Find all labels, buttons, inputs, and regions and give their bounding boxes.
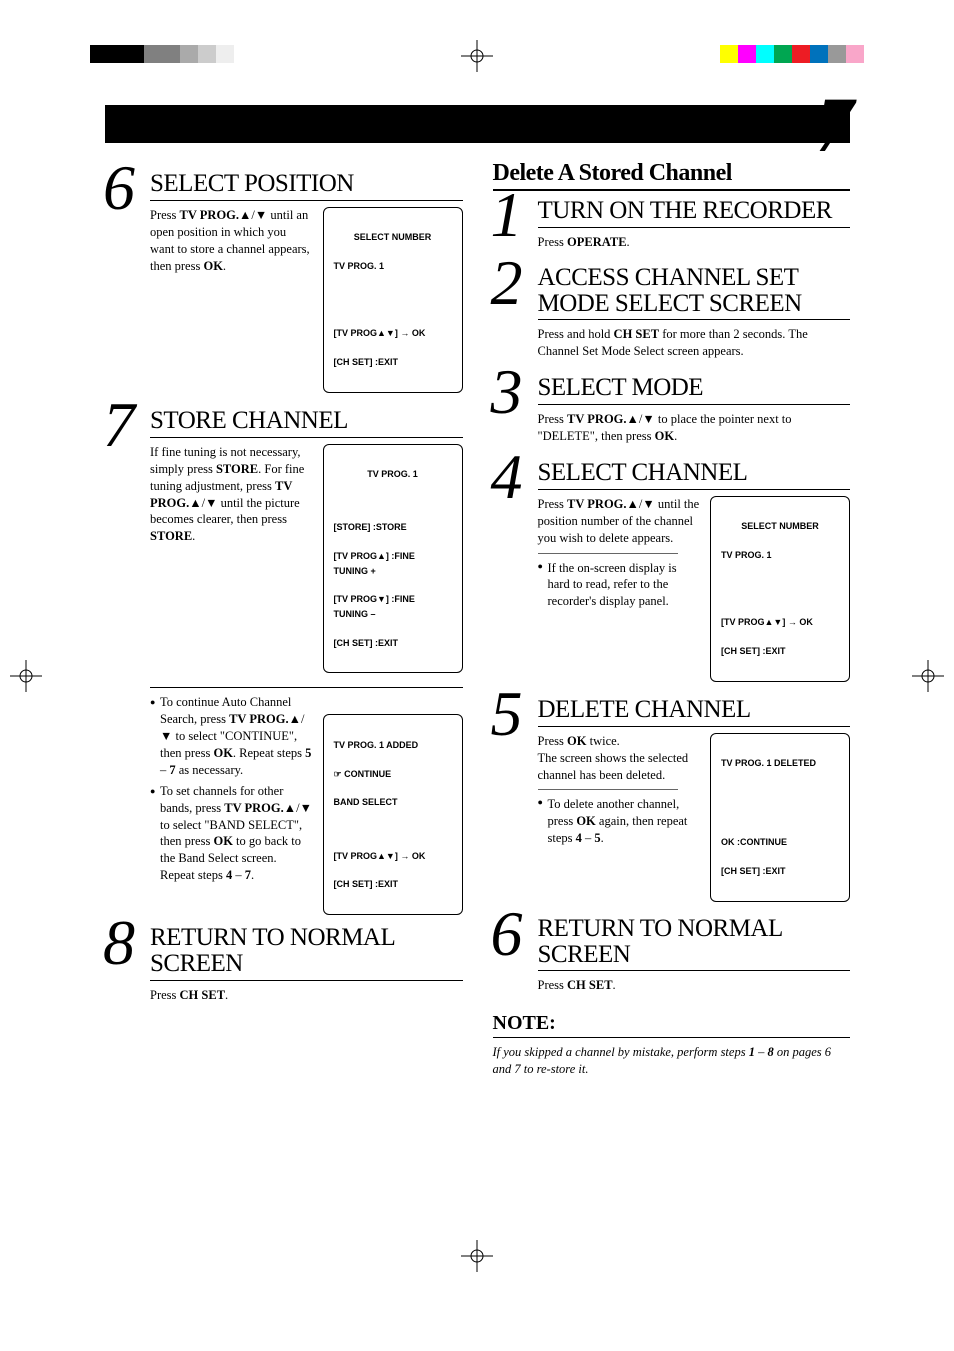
section-heading: Delete A Stored Channel	[493, 160, 851, 187]
page-number: 7	[815, 80, 854, 170]
step-title: STORE CHANNEL	[150, 407, 463, 435]
step-4-select-channel: SELECT CHANNEL 4 Press TV PROG.▲/▼ until…	[493, 459, 851, 682]
right-column: Delete A Stored Channel TURN ON THE RECO…	[493, 160, 851, 1078]
step-number: 3	[491, 360, 523, 424]
step-3-select-mode: SELECT MODE 3 Press TV PROG.▲/▼ to place…	[493, 374, 851, 445]
osd-select-number: SELECT NUMBER TV PROG. 1 [TV PROG▲▼] → O…	[323, 207, 463, 393]
notes-after-step7: ●To continue Auto Channel Search, press …	[105, 694, 463, 915]
step-title: ACCESS CHANNEL SET MODE SELECT SCREEN	[538, 265, 851, 318]
step-number: 4	[491, 445, 523, 509]
note-title: NOTE:	[493, 1012, 851, 1035]
header-black-band	[105, 105, 850, 143]
step-7-store-channel: STORE CHANNEL 7 If fine tuning is not ne…	[105, 407, 463, 673]
step-number: 6	[103, 156, 135, 220]
step-number: 2	[491, 251, 523, 315]
step-number: 6	[491, 902, 523, 966]
osd-store: TV PROG. 1 [STORE] :STORE [TV PROG▲] :FI…	[323, 444, 463, 673]
step-8-return-normal: RETURN TO NORMAL SCREEN 8 Press CH SET.	[105, 925, 463, 1003]
osd-select-number-2: SELECT NUMBER TV PROG. 1 [TV PROG▲▼] → O…	[710, 496, 850, 682]
step-title: RETURN TO NORMAL SCREEN	[150, 925, 463, 978]
printer-color-bars	[0, 45, 954, 73]
registration-mark-right	[912, 660, 944, 692]
step-5-delete-channel: DELETE CHANNEL 5 Press OK twice.The scre…	[493, 696, 851, 902]
note-block: NOTE: If you skipped a channel by mistak…	[493, 1012, 851, 1078]
registration-mark-left	[10, 660, 42, 692]
note-text: If you skipped a channel by mistake, per…	[493, 1044, 851, 1078]
step-2-access-channel-set: ACCESS CHANNEL SET MODE SELECT SCREEN 2 …	[493, 265, 851, 360]
step-number: 7	[103, 393, 135, 457]
step-title: SELECT POSITION	[150, 170, 463, 198]
left-column: SELECT POSITION 6 Press TV PROG.▲/▼ unti…	[105, 160, 463, 1078]
step-title: SELECT CHANNEL	[538, 459, 851, 487]
step-title: RETURN TO NORMAL SCREEN	[538, 916, 851, 969]
step-6-select-position: SELECT POSITION 6 Press TV PROG.▲/▼ unti…	[105, 170, 463, 393]
osd-continue: TV PROG. 1 ADDED ☞ CONTINUE BAND SELECT …	[323, 714, 463, 915]
step-body: If fine tuning is not necessary, simply …	[150, 444, 313, 545]
osd-deleted: TV PROG. 1 DELETED OK :CONTINUE [CH SET]…	[710, 733, 850, 902]
step-number: 8	[103, 911, 135, 975]
step-1-turn-on: TURN ON THE RECORDER 1 Press OPERATE.	[493, 197, 851, 251]
step-number: 5	[491, 682, 523, 746]
step-title: SELECT MODE	[538, 374, 851, 402]
step-title: TURN ON THE RECORDER	[538, 197, 851, 225]
step-6-return-normal: RETURN TO NORMAL SCREEN 6 Press CH SET.	[493, 916, 851, 994]
step-number: 1	[491, 183, 523, 247]
registration-mark-bottom	[461, 1240, 493, 1272]
step-title: DELETE CHANNEL	[538, 696, 851, 724]
